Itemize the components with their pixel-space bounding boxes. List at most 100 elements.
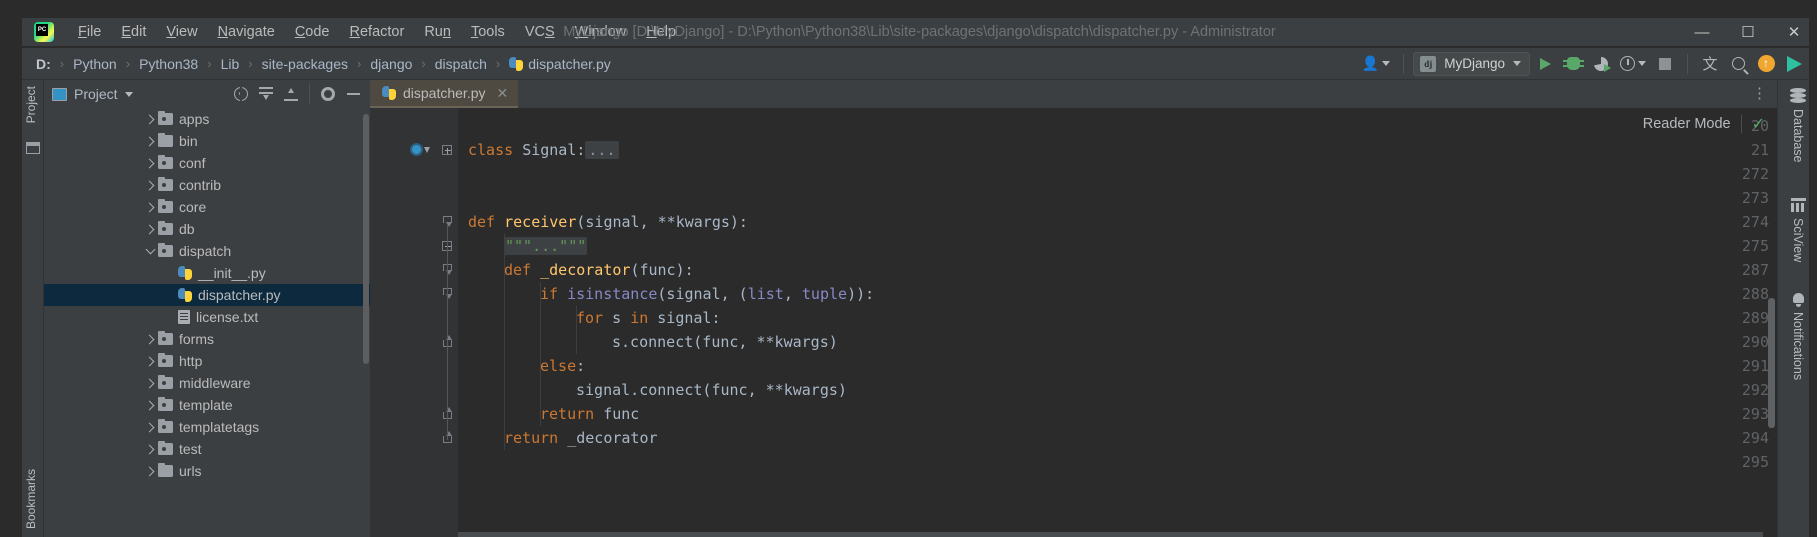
menu-item-file[interactable]: File [68, 22, 111, 42]
menu-item-tools[interactable]: Tools [461, 22, 515, 42]
chevron-right-icon[interactable] [142, 202, 158, 212]
code-line[interactable]: for s in signal: [458, 306, 1777, 330]
code-line[interactable] [458, 450, 1777, 474]
stop-button[interactable] [1652, 52, 1678, 76]
code-editor[interactable]: class Signal:... def receiver(signal, **k… [370, 108, 1777, 537]
code-line[interactable]: else: [458, 354, 1777, 378]
tree-node-test[interactable]: test [44, 438, 370, 460]
menu-item-help[interactable]: Help [636, 22, 686, 42]
close-icon[interactable]: ✕ [497, 85, 509, 102]
chevron-right-icon[interactable] [142, 334, 158, 344]
menu-item-navigate[interactable]: Navigate [208, 22, 285, 42]
chevron-right-icon[interactable] [142, 158, 158, 168]
menu-item-view[interactable]: View [156, 22, 207, 42]
menu-item-refactor[interactable]: Refactor [340, 22, 415, 42]
select-opened-file-button[interactable] [230, 83, 252, 105]
tree-node-contrib[interactable]: contrib [44, 174, 370, 196]
project-panel-title-group[interactable]: Project [52, 86, 133, 102]
tree-node-template[interactable]: template [44, 394, 370, 416]
fold-marker-arrow-dn[interactable] [442, 258, 454, 282]
chevron-down-icon[interactable] [142, 244, 158, 255]
collapse-all-button[interactable] [280, 83, 302, 105]
fold-marker-arrow-up[interactable] [442, 330, 454, 354]
settings-button[interactable] [317, 83, 339, 105]
update-button[interactable]: ↑ [1753, 52, 1779, 76]
chevron-down-icon[interactable] [124, 91, 133, 97]
chevron-right-icon[interactable] [142, 400, 158, 410]
profile-button[interactable] [1616, 52, 1650, 76]
menu-item-vcs[interactable]: VCS [515, 22, 565, 42]
expand-all-button[interactable] [255, 83, 277, 105]
debug-button[interactable] [1560, 52, 1586, 76]
fold-marker-arrow-up[interactable] [442, 402, 454, 426]
translate-button[interactable]: 文 [1697, 52, 1723, 76]
tree-node-urls[interactable]: urls [44, 460, 370, 482]
hide-button[interactable] [342, 83, 364, 105]
project-tree-scrollbar[interactable] [363, 114, 369, 364]
chevron-right-icon[interactable] [142, 114, 158, 124]
breadcrumb-item-python[interactable]: Python [71, 56, 119, 72]
stripe-tab-project[interactable]: Project [24, 82, 46, 127]
editor-gutter[interactable] [370, 108, 438, 537]
fold-marker-arrow-up[interactable] [442, 426, 454, 450]
code-line[interactable]: signal.connect(func, **kwargs) [458, 378, 1777, 402]
code-line[interactable] [458, 186, 1777, 210]
chevron-right-icon[interactable] [142, 356, 158, 366]
more-options-icon[interactable]: ⋮ [1752, 86, 1767, 101]
tree-node-forms[interactable]: forms [44, 328, 370, 350]
code-line[interactable] [458, 162, 1777, 186]
tree-node-core[interactable]: core [44, 196, 370, 218]
code-line[interactable]: s.connect(func, **kwargs) [458, 330, 1777, 354]
breadcrumb-item-python38[interactable]: Python38 [137, 56, 200, 72]
menu-item-run[interactable]: Run [414, 22, 461, 42]
code-line[interactable]: def _decorator(func): [458, 258, 1777, 282]
stripe-tab-bookmarks[interactable]: Bookmarks [24, 465, 46, 533]
tree-node-dispatcherpy[interactable]: dispatcher.py [44, 284, 370, 306]
tree-node-middleware[interactable]: middleware [44, 372, 370, 394]
chevron-right-icon[interactable] [142, 136, 158, 146]
search-everywhere-button[interactable] [1725, 52, 1751, 76]
code-text-area[interactable]: class Signal:... def receiver(signal, **k… [458, 108, 1777, 537]
chevron-right-icon[interactable] [142, 422, 158, 432]
run-with-coverage-button[interactable] [1588, 52, 1614, 76]
gutter-run-marker-icon[interactable] [410, 143, 430, 156]
minimize-button[interactable]: — [1679, 18, 1725, 46]
code-line[interactable]: if isinstance(signal, (list, tuple)): [458, 282, 1777, 306]
chevron-right-icon[interactable] [142, 466, 158, 476]
code-line[interactable]: """...""" [458, 234, 1777, 258]
breadcrumb-item-d[interactable]: D: [34, 56, 53, 72]
tree-node-http[interactable]: http [44, 350, 370, 372]
code-line[interactable]: return func [458, 402, 1777, 426]
tree-node-templatetags[interactable]: templatetags [44, 416, 370, 438]
tree-node-conf[interactable]: conf [44, 152, 370, 174]
code-folding-strip[interactable] [438, 108, 458, 537]
fold-marker-plus[interactable] [442, 234, 454, 258]
editor-vertical-scrollbar[interactable] [1768, 298, 1775, 428]
chevron-right-icon[interactable] [142, 378, 158, 388]
toolbox-button[interactable] [1781, 52, 1807, 76]
check-icon[interactable]: ✓ [1752, 114, 1765, 134]
maximize-button[interactable]: ☐ [1725, 18, 1771, 46]
fold-marker-arrow-dn[interactable] [442, 282, 454, 306]
code-line[interactable]: return _decorator [458, 426, 1777, 450]
fold-marker-plus[interactable] [442, 138, 454, 162]
tree-node-initpy[interactable]: __init__.py [44, 262, 370, 284]
code-line[interactable]: class Signal:... [458, 138, 1777, 162]
breadcrumb-item-dispatcherpy[interactable]: dispatcher.py [507, 56, 613, 72]
menu-item-edit[interactable]: Edit [111, 22, 156, 42]
user-account-button[interactable]: 👤 [1358, 52, 1394, 76]
tree-node-apps[interactable]: apps [44, 108, 370, 130]
chevron-right-icon[interactable] [142, 180, 158, 190]
tree-node-licensetxt[interactable]: license.txt [44, 306, 370, 328]
fold-marker-arrow-dn[interactable] [442, 210, 454, 234]
breadcrumb-item-lib[interactable]: Lib [219, 56, 242, 72]
editor-tab-dispatcher[interactable]: dispatcher.py ✕ [370, 80, 519, 108]
breadcrumb-item-django[interactable]: django [368, 56, 414, 72]
code-line[interactable]: def receiver(signal, **kwargs): [458, 210, 1777, 234]
tree-node-dispatch[interactable]: dispatch [44, 240, 370, 262]
run-configuration-selector[interactable]: dj MyDjango [1413, 51, 1530, 76]
chevron-right-icon[interactable] [142, 444, 158, 454]
menu-item-window[interactable]: Window [565, 22, 637, 42]
tree-node-bin[interactable]: bin [44, 130, 370, 152]
breadcrumb-item-sitepackages[interactable]: site-packages [260, 56, 350, 72]
